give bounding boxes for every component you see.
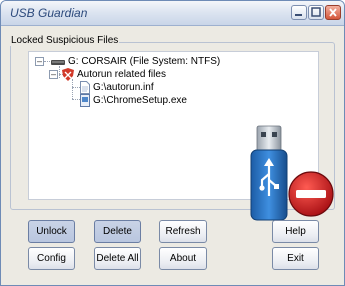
config-button[interactable]: Config: [28, 247, 75, 270]
usb-blocked-icon: [250, 125, 334, 221]
executable-icon: [80, 94, 90, 107]
tree-item-root[interactable]: – G: CORSAIR (File System: NTFS): [29, 55, 309, 68]
unlock-button[interactable]: Unlock: [28, 220, 75, 243]
app-window: USB Guardian Locked Suspicious Files – G…: [0, 0, 345, 286]
group-label: Locked Suspicious Files: [10, 35, 120, 46]
file-icon: [80, 81, 90, 94]
about-button[interactable]: About: [159, 247, 207, 270]
title-bar[interactable]: USB Guardian: [1, 1, 344, 26]
file-label: G:\autorun.inf: [93, 82, 154, 93]
tree-child-label: Autorun related files: [77, 69, 166, 80]
maximize-icon: [311, 7, 321, 17]
delete-button[interactable]: Delete: [94, 220, 141, 243]
tree-root-label: G: CORSAIR (File System: NTFS): [68, 56, 221, 67]
tree-item-autorun[interactable]: – Autorun related files: [29, 68, 309, 81]
delete-all-button[interactable]: Delete All: [94, 247, 141, 270]
minimize-button[interactable]: [291, 5, 307, 20]
minimize-icon: [295, 14, 302, 16]
file-label: G:\ChromeSetup.exe: [93, 95, 187, 106]
drive-icon: [51, 60, 65, 65]
collapse-toggle[interactable]: –: [49, 70, 58, 79]
file-tree[interactable]: – G: CORSAIR (File System: NTFS) – Autor…: [28, 51, 334, 221]
close-button[interactable]: [325, 5, 341, 20]
maximize-button[interactable]: [308, 5, 324, 20]
window-title: USB Guardian: [10, 6, 88, 20]
close-icon: [329, 8, 337, 17]
exit-button[interactable]: Exit: [272, 247, 319, 270]
tree-item-file[interactable]: G:\ChromeSetup.exe: [29, 94, 309, 107]
shield-warning-icon: [62, 68, 74, 81]
help-button[interactable]: Help: [272, 220, 319, 243]
refresh-button[interactable]: Refresh: [159, 220, 207, 243]
tree-item-file[interactable]: G:\autorun.inf: [29, 81, 309, 94]
collapse-toggle[interactable]: –: [35, 57, 44, 66]
